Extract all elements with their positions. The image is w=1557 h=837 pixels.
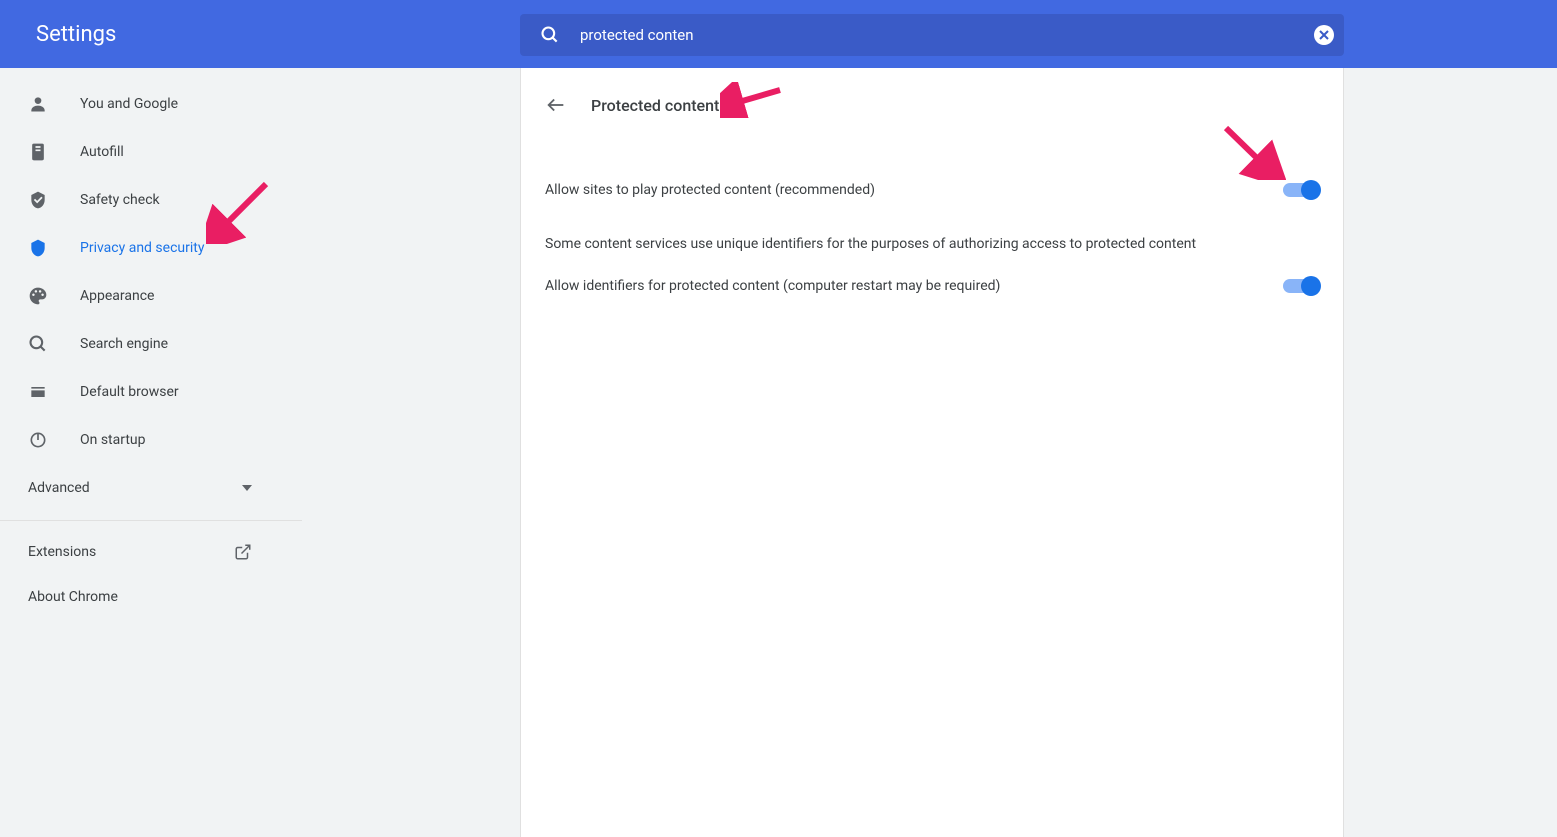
sidebar-item-on-startup[interactable]: On startup: [0, 416, 300, 464]
safety-check-icon: [28, 190, 48, 210]
info-text: Some content services use unique identif…: [545, 216, 1319, 260]
power-icon: [28, 430, 48, 450]
sidebar-item-appearance[interactable]: Appearance: [0, 272, 300, 320]
back-button[interactable]: [545, 94, 567, 116]
external-link-icon: [234, 543, 252, 561]
app-header: Settings: [0, 0, 1557, 68]
autofill-icon: [28, 142, 48, 162]
panel-header: Protected content: [545, 94, 1319, 116]
sidebar-item-safety-check[interactable]: Safety check: [0, 176, 300, 224]
divider: [0, 520, 302, 521]
panel-title: Protected content: [591, 96, 719, 115]
sidebar-item-label: Search engine: [80, 336, 168, 352]
setting-label: Allow sites to play protected content (r…: [545, 182, 875, 198]
setting-allow-protected-content: Allow sites to play protected content (r…: [545, 164, 1319, 216]
setting-label: Allow identifiers for protected content …: [545, 278, 1000, 294]
advanced-label: Advanced: [28, 480, 90, 496]
sidebar-about[interactable]: About Chrome: [0, 575, 300, 619]
sidebar-item-label: Autofill: [80, 144, 124, 160]
sidebar-item-search-engine[interactable]: Search engine: [0, 320, 300, 368]
search-box[interactable]: [520, 14, 1344, 56]
sidebar: You and Google Autofill Safety check Pri…: [0, 68, 300, 837]
sidebar-item-you-and-google[interactable]: You and Google: [0, 80, 300, 128]
sidebar-item-privacy-security[interactable]: Privacy and security: [0, 224, 300, 272]
search-icon: [540, 25, 560, 45]
search-engine-icon: [28, 334, 48, 354]
toggle-allow-identifiers[interactable]: [1283, 279, 1319, 293]
settings-panel: Protected content Allow sites to play pr…: [520, 68, 1344, 837]
palette-icon: [28, 286, 48, 306]
browser-icon: [28, 382, 48, 402]
sidebar-item-label: You and Google: [80, 96, 178, 112]
extensions-label: Extensions: [28, 544, 96, 560]
clear-search-icon[interactable]: [1314, 25, 1334, 45]
about-label: About Chrome: [28, 589, 118, 605]
shield-icon: [28, 238, 48, 258]
chevron-down-icon: [242, 485, 252, 491]
sidebar-item-label: Appearance: [80, 288, 154, 304]
sidebar-extensions[interactable]: Extensions: [0, 529, 280, 575]
app-title: Settings: [36, 22, 116, 47]
toggle-allow-protected-content[interactable]: [1283, 183, 1319, 197]
sidebar-item-label: On startup: [80, 432, 146, 448]
sidebar-item-default-browser[interactable]: Default browser: [0, 368, 300, 416]
sidebar-item-autofill[interactable]: Autofill: [0, 128, 300, 176]
person-icon: [28, 94, 48, 114]
sidebar-item-label: Privacy and security: [80, 240, 204, 256]
setting-allow-identifiers: Allow identifiers for protected content …: [545, 260, 1319, 312]
search-input[interactable]: [580, 26, 1314, 44]
sidebar-item-label: Default browser: [80, 384, 179, 400]
sidebar-item-label: Safety check: [80, 192, 160, 208]
sidebar-advanced[interactable]: Advanced: [0, 464, 280, 512]
